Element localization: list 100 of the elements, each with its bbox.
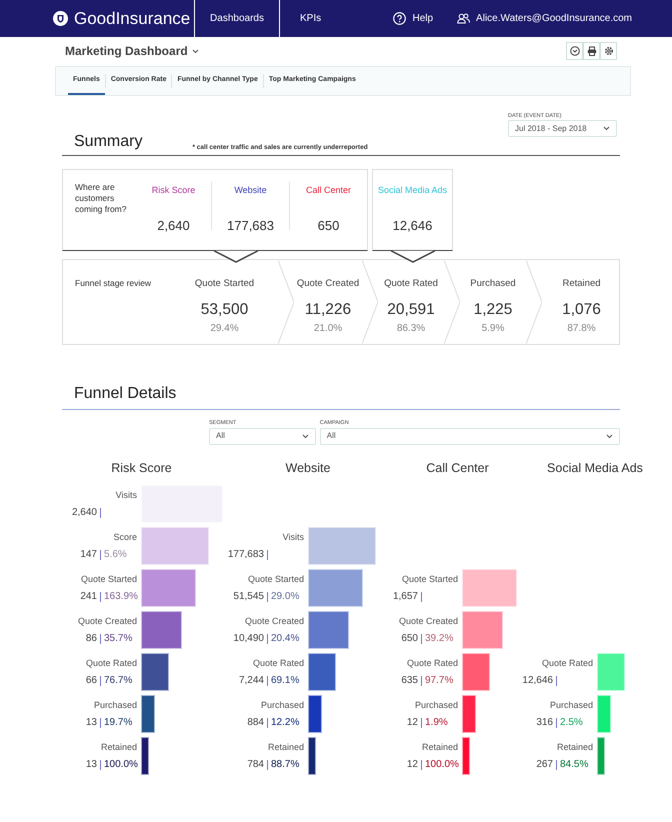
stage-percent: 5.9% — [482, 322, 504, 336]
nav-link[interactable]: Dashboards — [194, 0, 279, 37]
stage-percent: 35.7% — [104, 632, 134, 646]
section-title: Funnel Details — [74, 384, 178, 404]
stage-name: Quote Created — [398, 614, 458, 628]
source-value: 12,646 — [392, 216, 432, 235]
stage-value: 12 — [406, 716, 418, 730]
stage-value: 12 — [406, 758, 418, 772]
section-title: Summary — [74, 132, 142, 152]
stage-value: 13 — [86, 716, 97, 730]
stage-name: Quote Rated — [252, 656, 304, 670]
clock-icon — [570, 46, 580, 56]
stage-name: Retained — [268, 740, 304, 754]
stage-name: Purchased — [414, 698, 458, 712]
stage-value: 1,225 — [474, 300, 512, 320]
source-name: Social Media Ads — [378, 184, 448, 198]
chevron-down-icon — [603, 126, 610, 132]
stage-name: Purchased — [470, 277, 516, 292]
printer-icon — [586, 46, 596, 56]
stage-value: 884 — [247, 716, 264, 730]
chevron-down-icon — [302, 434, 309, 438]
stage-name: Purchased — [550, 698, 593, 712]
gear-icon — [604, 46, 614, 56]
brand-name[interactable]: GoodInsurance — [74, 6, 194, 32]
stage-name: Quote Started — [248, 572, 304, 586]
dashboard-title[interactable]: Marketing Dashboard — [65, 42, 199, 60]
stage-name: Quote Started — [80, 572, 137, 586]
help-button[interactable]: Help — [393, 11, 434, 26]
stage-value: 1,657 — [392, 590, 418, 604]
stage-percent: 100.0% — [104, 758, 137, 772]
nav-link[interactable]: KPIs — [279, 0, 342, 37]
stage-percent: 86.3% — [396, 322, 426, 336]
stage-percent: 1.9% — [425, 716, 449, 730]
filter-select[interactable]: All — [209, 428, 316, 444]
stage-name: Quote Created — [244, 614, 304, 628]
stage-percent: 163.9% — [104, 590, 137, 604]
source-value: 650 — [318, 216, 340, 235]
chevron-down-icon — [606, 434, 613, 438]
schedule-button[interactable] — [566, 42, 583, 60]
print-button[interactable] — [583, 42, 600, 60]
settings-button[interactable] — [600, 42, 617, 60]
stage-review-label: Funnel stage review — [74, 277, 152, 290]
stage-percent: 87.8% — [567, 322, 596, 336]
stage-value: 650 — [401, 632, 418, 646]
help-icon — [393, 12, 406, 25]
stage-value: 267 — [536, 758, 553, 772]
stage-value: 53,500 — [200, 300, 248, 320]
stage-name: Quote Created — [78, 614, 137, 628]
stage-percent: 97.7% — [425, 674, 454, 688]
stage-name: Visits — [282, 530, 304, 544]
stage-value: 784 — [247, 758, 264, 772]
stage-percent: 12.2% — [271, 716, 300, 730]
stage-percent: 88.7% — [271, 758, 300, 772]
channel-heading: Risk Score — [110, 460, 173, 476]
stage-name: Quote Started — [402, 572, 458, 586]
stage-name: Retained — [556, 740, 593, 754]
channel-heading: Social Media Ads — [546, 460, 644, 476]
stage-name: Purchased — [260, 698, 304, 712]
question-text: Where are customers coming from? — [74, 181, 128, 216]
channel-heading: Call Center — [425, 460, 490, 476]
source-name: Call Center — [306, 184, 352, 198]
stage-percent: 84.5% — [560, 758, 590, 772]
source-value: 2,640 — [157, 216, 190, 235]
stage-name: Quote Rated — [406, 656, 458, 670]
stage-name: Quote Started — [194, 277, 254, 292]
stage-name: Score — [113, 530, 137, 544]
stage-value: 241 — [80, 590, 97, 604]
stage-percent: 69.1% — [271, 674, 300, 688]
user-menu[interactable]: Alice.Waters@GoodInsurance.com — [457, 11, 632, 26]
stage-value: 11,226 — [304, 300, 352, 320]
stage-name: Visits — [116, 488, 137, 502]
stage-name: Purchased — [94, 698, 137, 712]
stage-percent: 76.7% — [104, 674, 134, 688]
stage-name: Quote Rated — [86, 656, 137, 670]
date-select[interactable]: Jul 2018 - Sep 2018 — [508, 120, 617, 138]
stage-value: 20,591 — [387, 300, 435, 320]
stage-name: Retained — [422, 740, 458, 754]
stage-name: Retained — [100, 740, 137, 754]
stage-value: 51,545 — [233, 590, 264, 604]
stage-value: 86 — [86, 632, 97, 646]
stage-percent: 21.0% — [314, 322, 342, 336]
stage-name: Retained — [562, 277, 601, 292]
stage-value: 7,244 — [238, 674, 264, 688]
stage-value: 12,646 — [522, 674, 553, 688]
stage-value: 66 — [86, 674, 97, 688]
users-icon — [457, 13, 470, 24]
stage-percent: 39.2% — [425, 632, 454, 646]
stage-percent: 2.5% — [560, 716, 584, 730]
filter-select[interactable]: All — [320, 428, 620, 444]
source-value: 177,683 — [227, 216, 274, 235]
stage-name: Quote Rated — [384, 277, 438, 292]
logo-icon[interactable] — [53, 11, 68, 26]
stage-value: 2,640 — [72, 506, 97, 520]
stage-value: 635 — [401, 674, 418, 688]
stage-value: 147 — [80, 548, 97, 562]
stage-name: Quote Created — [296, 277, 360, 292]
chevron-down-icon — [192, 48, 199, 54]
stage-value: 10,490 — [233, 632, 264, 646]
source-name: Website — [234, 184, 267, 198]
stage-percent: 29.0% — [271, 590, 300, 604]
